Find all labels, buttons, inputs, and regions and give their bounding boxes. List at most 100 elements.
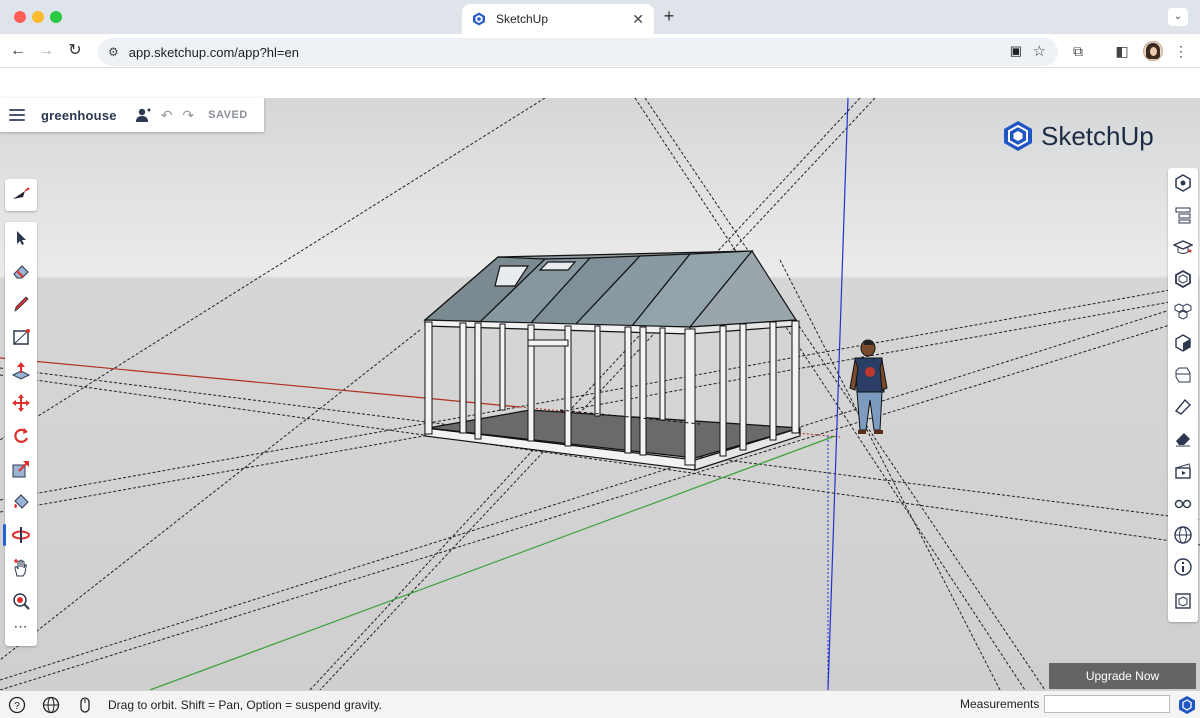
mouse-hint-button[interactable] bbox=[76, 696, 94, 714]
reload-icon[interactable]: ↻ bbox=[65, 41, 85, 61]
styles-icon bbox=[1175, 334, 1191, 352]
animation-button[interactable] bbox=[1168, 456, 1198, 486]
rotate-icon bbox=[14, 428, 29, 443]
materials-icon bbox=[1174, 303, 1192, 320]
move-icon bbox=[12, 394, 30, 412]
maximize-window-button[interactable] bbox=[50, 11, 62, 23]
green-axis bbox=[149, 435, 836, 690]
file-header: greenhouse ↶ ↷ SAVED bbox=[0, 98, 264, 132]
left-toolbar: ⋯ bbox=[3, 222, 37, 646]
outliner-button[interactable] bbox=[1168, 200, 1198, 230]
new-tab-icon[interactable]: + bbox=[660, 6, 678, 27]
close-window-button[interactable] bbox=[14, 11, 26, 23]
status-bar: ? Drag to orbit. Shift = Pan, Option = s… bbox=[0, 690, 1200, 718]
eraser-icon bbox=[13, 265, 29, 279]
sketchup-status-logo-icon bbox=[1179, 696, 1195, 714]
sketchup-logo: SketchUp bbox=[1003, 120, 1154, 152]
minimize-window-button[interactable] bbox=[32, 11, 44, 23]
scene-drawing bbox=[0, 98, 1200, 690]
tags-icon bbox=[1175, 367, 1191, 383]
site-settings-icon[interactable]: ⚙ bbox=[108, 45, 119, 59]
search-tool-panel bbox=[5, 179, 37, 211]
red-axis bbox=[0, 357, 521, 408]
undo-icon[interactable]: ↶ bbox=[161, 107, 173, 124]
eraser-tool[interactable] bbox=[5, 256, 37, 286]
right-panel-toolbar bbox=[1168, 168, 1198, 622]
search-tools-button[interactable] bbox=[5, 180, 37, 210]
model-info-icon bbox=[1175, 593, 1191, 609]
instructor-icon bbox=[1173, 240, 1193, 254]
logo-wordmark: SketchUp bbox=[1041, 120, 1154, 151]
pencil-icon bbox=[14, 296, 29, 312]
tab-search-icon[interactable]: ⌄ bbox=[1168, 8, 1188, 26]
instructor-button[interactable] bbox=[1168, 232, 1198, 262]
move-tool[interactable] bbox=[5, 388, 37, 418]
info-button[interactable] bbox=[1168, 552, 1198, 582]
side-panel-icon[interactable]: ◧ bbox=[1113, 42, 1131, 60]
profile-avatar[interactable] bbox=[1143, 41, 1163, 61]
language-button[interactable] bbox=[42, 696, 60, 714]
share-user-icon[interactable] bbox=[135, 107, 151, 123]
app-window: SketchUp ✕ + ⌄ ← → ↻ ⚙ app.sketchup.com/… bbox=[0, 0, 1200, 718]
push-pull-icon bbox=[11, 362, 31, 380]
menu-icon[interactable]: ⋮ bbox=[1172, 42, 1190, 60]
address-bar[interactable]: ⚙ app.sketchup.com/app?hl=en ▣ ☆ bbox=[98, 38, 1058, 66]
pencil-tool[interactable] bbox=[5, 289, 37, 319]
styles-button[interactable] bbox=[1168, 328, 1198, 358]
model-info-button[interactable] bbox=[1168, 586, 1198, 616]
rectangle-tool[interactable] bbox=[5, 322, 37, 352]
select-tool[interactable] bbox=[5, 223, 37, 253]
file-name[interactable]: greenhouse bbox=[41, 108, 117, 123]
tab-close-icon[interactable]: ✕ bbox=[632, 11, 644, 28]
dart-icon bbox=[13, 187, 30, 199]
orbit-icon bbox=[12, 527, 30, 543]
url-text: app.sketchup.com/app?hl=en bbox=[128, 44, 299, 60]
back-icon[interactable]: ← bbox=[8, 41, 28, 61]
geo-location-button[interactable] bbox=[1168, 520, 1198, 550]
page-top-strip bbox=[0, 68, 1200, 98]
entity-info-button[interactable] bbox=[1168, 168, 1198, 198]
magnifier-icon bbox=[13, 593, 30, 610]
rotate-tool[interactable] bbox=[5, 421, 37, 451]
help-button[interactable]: ? bbox=[8, 696, 26, 714]
scale-tool[interactable] bbox=[5, 454, 37, 484]
save-status: SAVED bbox=[208, 109, 248, 121]
materials-button[interactable] bbox=[1168, 296, 1198, 326]
tags-button[interactable] bbox=[1168, 360, 1198, 390]
info-icon bbox=[1174, 558, 1192, 576]
glasses-icon bbox=[1174, 499, 1192, 509]
browser-toolbar: ← → ↻ ⚙ app.sketchup.com/app?hl=en ▣ ☆ ⧉… bbox=[0, 34, 1200, 68]
more-tools-button[interactable]: ⋯ bbox=[5, 618, 37, 635]
browser-tab[interactable]: SketchUp ✕ bbox=[462, 4, 654, 34]
paint-bucket-tool[interactable] bbox=[5, 487, 37, 517]
forward-icon[interactable]: → bbox=[36, 41, 56, 61]
scenes-icon bbox=[1174, 398, 1191, 415]
modeling-viewport[interactable] bbox=[0, 98, 1200, 690]
outliner-icon bbox=[1175, 207, 1191, 224]
eraser-panel-icon bbox=[1176, 433, 1190, 447]
redo-icon[interactable]: ↷ bbox=[182, 107, 194, 124]
sketchup-logo-icon bbox=[1004, 121, 1032, 151]
install-app-icon[interactable]: ▣ bbox=[1010, 43, 1022, 59]
help-icon: ? bbox=[8, 696, 26, 713]
components-button[interactable] bbox=[1168, 264, 1198, 294]
mouse-icon bbox=[80, 696, 90, 713]
hand-icon bbox=[14, 559, 27, 577]
paint-bucket-icon bbox=[14, 494, 29, 509]
orbit-tool[interactable] bbox=[3, 520, 37, 550]
upgrade-now-button[interactable]: Upgrade Now bbox=[1049, 663, 1196, 689]
pan-tool[interactable] bbox=[5, 553, 37, 583]
zoom-tool[interactable] bbox=[5, 586, 37, 616]
status-hint: Drag to orbit. Shift = Pan, Option = sus… bbox=[108, 697, 382, 712]
browser-tab-bar: SketchUp ✕ + ⌄ bbox=[0, 0, 1200, 34]
svg-text:?: ? bbox=[14, 701, 20, 712]
globe-icon bbox=[1174, 526, 1192, 544]
bookmark-star-icon[interactable]: ☆ bbox=[1033, 42, 1046, 60]
scenes-button[interactable] bbox=[1168, 392, 1198, 422]
measurements-input[interactable] bbox=[1044, 695, 1170, 713]
soften-button[interactable] bbox=[1168, 424, 1198, 454]
display-button[interactable] bbox=[1168, 488, 1198, 518]
push-pull-tool[interactable] bbox=[5, 355, 37, 385]
extensions-icon[interactable]: ⧉ bbox=[1069, 42, 1087, 60]
main-menu-icon[interactable] bbox=[9, 106, 25, 124]
